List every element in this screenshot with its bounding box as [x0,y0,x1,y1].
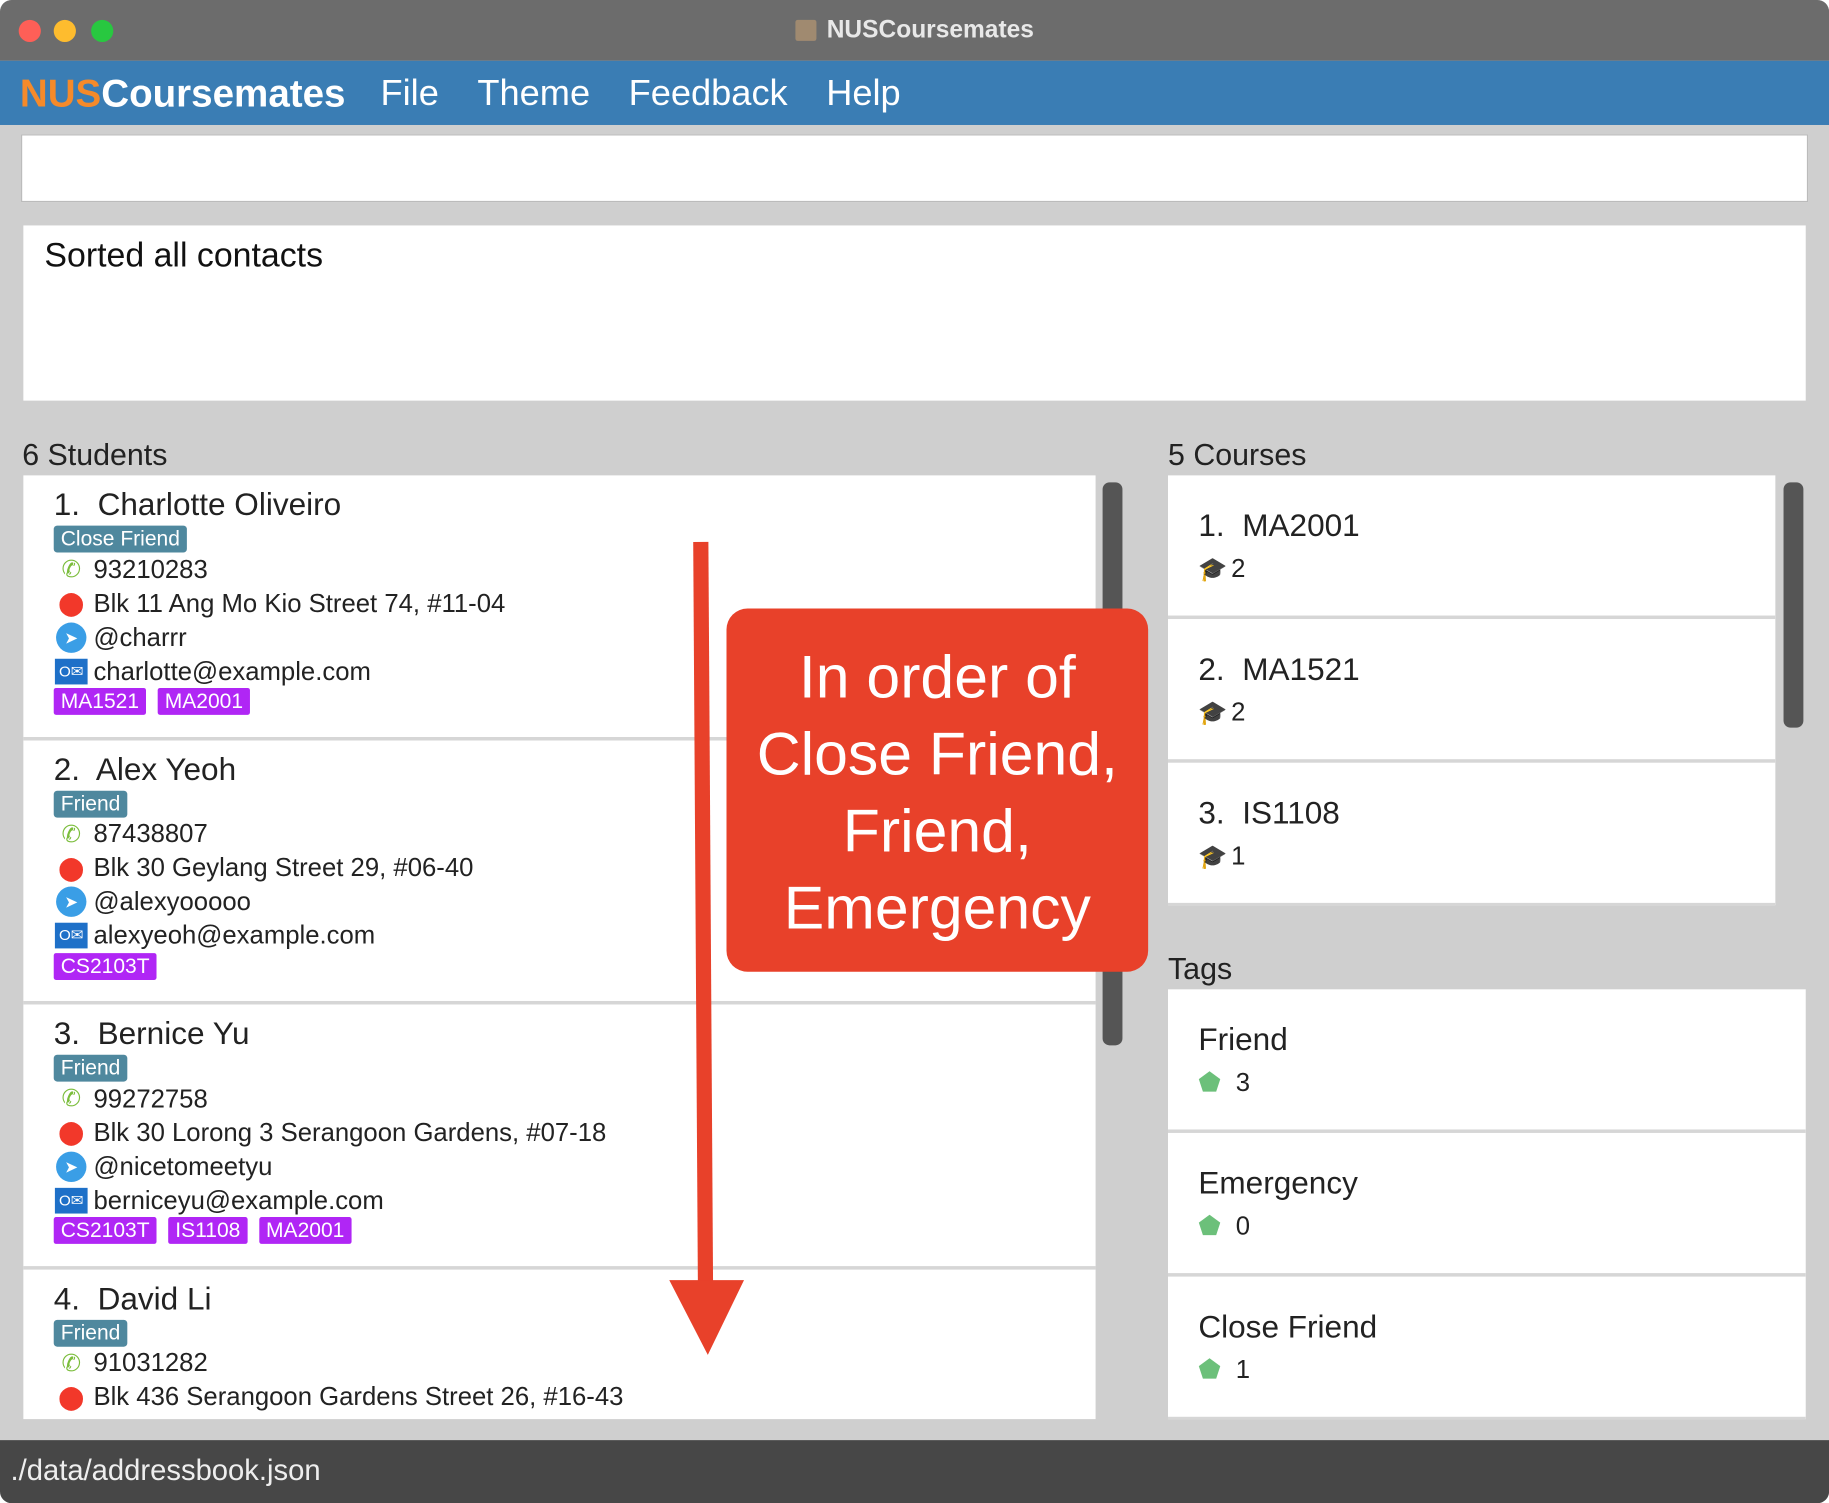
course-code: IS1108 [1242,795,1340,831]
menu-file[interactable]: File [381,72,439,114]
location-pin-icon: ⬤ [58,1120,85,1146]
address: Blk 30 Geylang Street 29, #06-40 [93,852,474,882]
phone-icon: ✆ [61,1350,82,1377]
course-code: MA1521 [1242,651,1360,687]
maximize-window-button[interactable] [91,19,114,43]
student-graduate-icon: 🎓 [1198,556,1228,583]
phone: 99272758 [93,1083,208,1113]
command-input[interactable] [21,134,1809,203]
minimize-window-button[interactable] [53,19,76,43]
address: Blk 436 Serangoon Gardens Street 26, #16… [93,1381,624,1411]
student-card[interactable]: 4. David Li Friend ✆ 91031282 ⬤ Blk 436 Se… [23,1269,1095,1419]
app-window: NUSCoursemates NUSCoursemates File Theme… [0,0,1829,1503]
student-graduate-icon: 🎓 [1198,843,1228,870]
location-pin-icon: ⬤ [58,1384,85,1411]
course-code: MA2001 [1242,508,1360,544]
course-student-count: 2 [1231,553,1246,583]
course-list[interactable]: 1. MA2001 🎓 2 2. MA1521 🎓 2 3. IS1108 🎓 1 [1168,475,1776,906]
address: Blk 30 Lorong 3 Serangoon Gardens, #07-1… [93,1117,607,1147]
menu-help[interactable]: Help [826,72,900,114]
tags-header: Tags [1168,950,1233,986]
course-tag: IS1108 [168,1217,248,1244]
tag-count: 3 [1235,1067,1251,1097]
tag-card[interactable]: Close Friend ⬟ 1 [1168,1277,1806,1420]
course-tag: CS2103T [53,952,157,980]
student-tag: Friend [53,1054,128,1082]
address: Blk 11 Ang Mo Kio Street 74, #11-04 [93,588,506,618]
student-card[interactable]: 3. Bernice Yu Friend ✆ 99272758 ⬤ Blk 30 L… [23,1004,1096,1270]
phone-icon: ✆ [61,557,82,583]
close-window-button[interactable] [18,19,41,43]
courses-header: 5 Courses [1168,436,1307,472]
student-tag: Close Friend [53,525,187,553]
email: charlotte@example.com [93,655,371,686]
course-card[interactable]: 2. MA1521 🎓 2 [1168,619,1776,763]
app-logo: NUSCoursemates [19,70,346,114]
course-tag: CS2103T [53,1217,157,1244]
telegram-icon: ➤ [54,886,89,917]
tag-icon: ⬟ [1198,1067,1221,1097]
phone-icon: ✆ [61,1086,82,1112]
tag-list[interactable]: Friend ⬟ 3 Emergency ⬟ 0 Close Friend ⬟ 1 [1168,989,1806,1420]
student-tag: Friend [53,790,128,818]
outlook-email-icon: O✉ [54,658,89,684]
telegram: @charrr [93,621,187,652]
student-name: 1. Charlotte Oliveiro [53,487,342,523]
menu-bar: NUSCoursemates File Theme Feedback Help [0,60,1829,125]
course-tag: MA2001 [157,687,251,715]
student-name: 3. Bernice Yu [53,1016,250,1052]
location-pin-icon: ⬤ [58,855,85,882]
email: alexyeoh@example.com [93,920,376,950]
telegram-icon: ➤ [54,1151,89,1182]
location-pin-icon: ⬤ [58,591,85,617]
email: berniceyu@example.com [93,1184,384,1215]
tag-name: Friend [1198,1022,1288,1058]
menu-feedback[interactable]: Feedback [629,72,788,114]
course-tag: MA2001 [259,1217,352,1244]
telegram: @alexyooooo [93,886,251,916]
telegram-icon: ➤ [54,621,89,653]
tag-card[interactable]: Friend ⬟ 3 [1168,989,1806,1133]
tag-name: Close Friend [1198,1309,1378,1345]
menu-theme[interactable]: Theme [477,72,590,114]
title-bar: NUSCoursemates [0,0,1829,61]
tag-icon: ⬟ [1198,1211,1221,1241]
course-student-count: 1 [1231,840,1246,871]
result-display: Sorted all contacts [23,225,1806,401]
course-list-scrollbar[interactable] [1783,482,1804,728]
annotation-callout: In order of Close Friend, Friend, Emergency [726,608,1149,972]
outlook-email-icon: O✉ [54,922,89,949]
tag-count: 0 [1235,1211,1251,1241]
phone-icon: ✆ [61,821,82,848]
course-tag: MA1521 [53,687,147,715]
course-card[interactable]: 1. MA2001 🎓 2 [1168,475,1776,620]
tag-name: Emergency [1198,1165,1358,1201]
phone: 91031282 [93,1347,208,1378]
phone: 87438807 [93,818,208,848]
tag-count: 1 [1235,1354,1251,1385]
tag-card[interactable]: Emergency ⬟ 0 [1168,1133,1806,1277]
phone: 93210283 [93,554,208,584]
outlook-email-icon: O✉ [54,1187,89,1213]
app-icon [795,19,817,41]
course-student-count: 2 [1231,697,1246,727]
course-card[interactable]: 3. IS1108 🎓 1 [1168,763,1776,906]
telegram: @nicetomeetyu [93,1151,273,1181]
students-header: 6 Students [22,436,168,472]
student-name: 4. David Li [53,1280,212,1316]
window-title: NUSCoursemates [826,16,1034,44]
student-graduate-icon: 🎓 [1198,700,1228,726]
student-tag: Friend [53,1319,128,1347]
status-bar: ./data/addressbook.json [0,1440,1829,1503]
tag-icon: ⬟ [1198,1354,1221,1385]
